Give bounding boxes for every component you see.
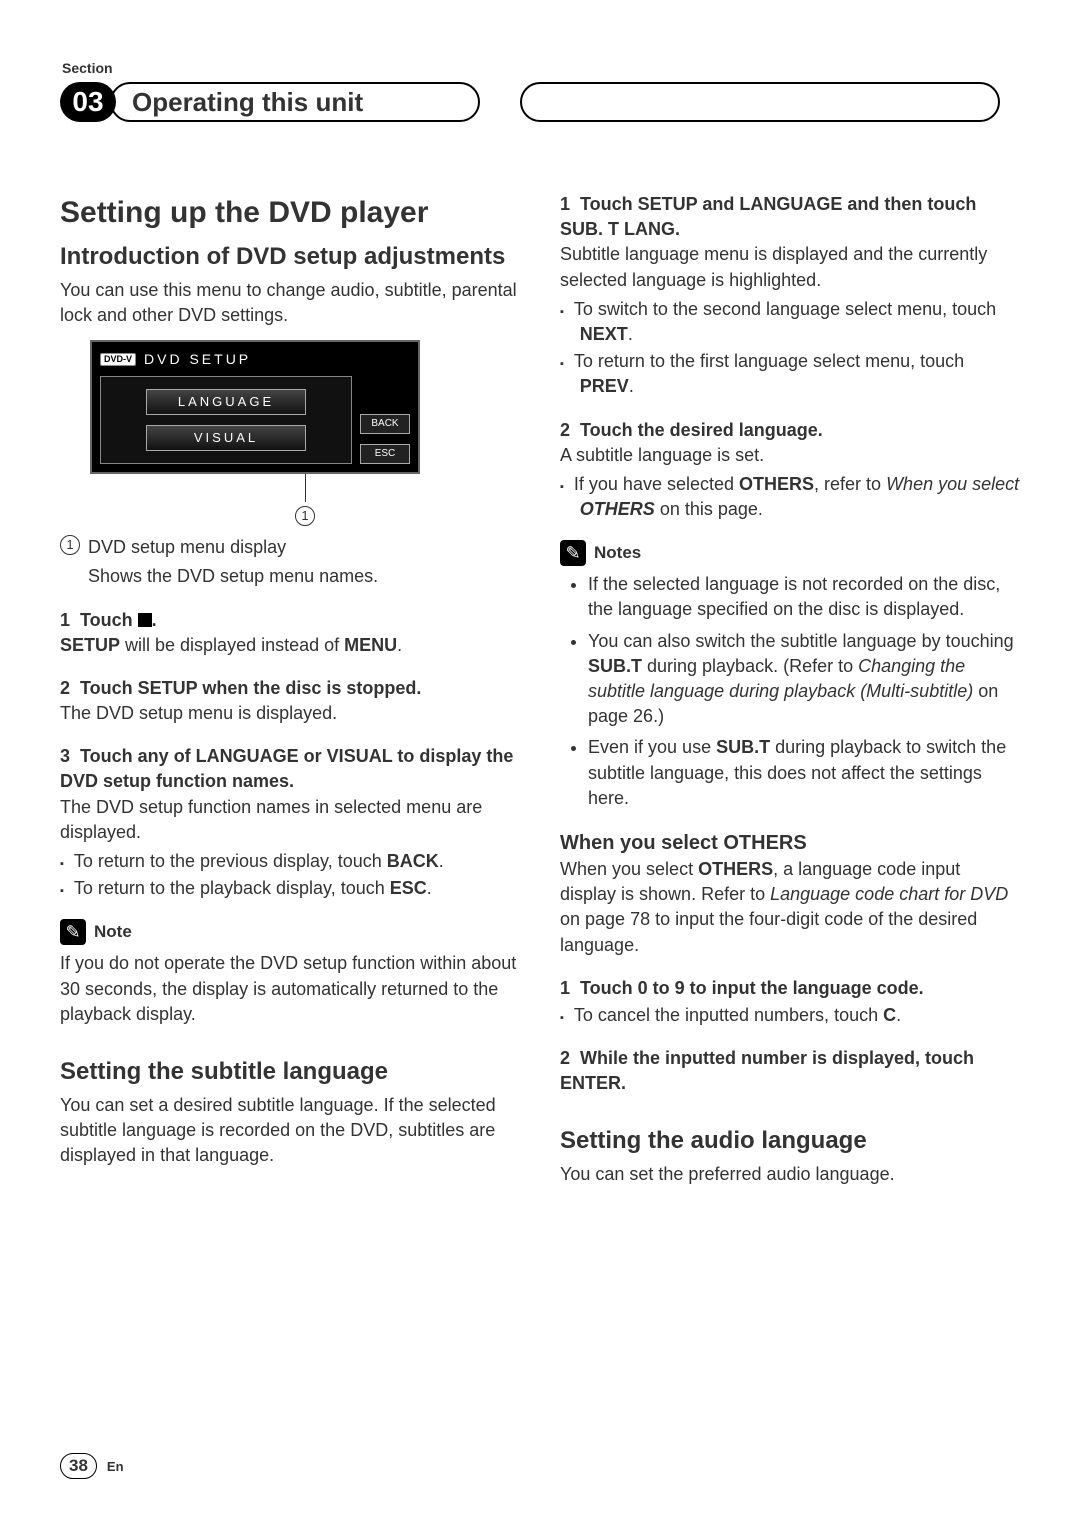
- subtitle-lang-body: You can set a desired subtitle language.…: [60, 1093, 520, 1169]
- screen-btn-back[interactable]: BACK: [360, 414, 410, 434]
- note-body: If you do not operate the DVD setup func…: [60, 951, 520, 1027]
- left-column: Setting up the DVD player Introduction o…: [60, 192, 520, 1191]
- def-num-1: 1: [60, 535, 80, 555]
- r1-bullet-next: To switch to the second language select …: [560, 297, 1020, 347]
- o1-num: 1: [560, 978, 570, 998]
- menu-bold: MENU: [344, 635, 397, 655]
- step-3-num: 3: [60, 746, 70, 766]
- setup-bold: SETUP: [60, 635, 120, 655]
- step-2: 2 Touch SETUP when the disc is stopped.: [60, 676, 520, 701]
- note-icon: ✎: [60, 919, 86, 945]
- def-text-1: DVD setup menu display: [88, 535, 286, 560]
- o2-num: 2: [560, 1048, 570, 1068]
- section-title: Operating this unit: [132, 87, 363, 118]
- step-1: 1 Touch .: [60, 608, 520, 633]
- notes-label: Notes: [594, 541, 641, 565]
- empty-pill: [520, 82, 1000, 122]
- heading-setup-dvd: Setting up the DVD player: [60, 192, 520, 234]
- step-3-body: The DVD setup function names in selected…: [60, 795, 520, 845]
- notes-item-2: You can also switch the subtitle languag…: [588, 629, 1020, 730]
- r2-body: A subtitle language is set.: [560, 443, 1020, 468]
- step3-bullet-esc: To return to the playback display, touch…: [60, 876, 520, 901]
- r2-bullet-others: If you have selected OTHERS, refer to Wh…: [560, 472, 1020, 522]
- o2-title: While the inputted number is displayed, …: [560, 1048, 974, 1093]
- section-number: 03: [60, 82, 116, 122]
- note-header: ✎ Note: [60, 919, 520, 945]
- stop-icon: [138, 613, 152, 627]
- r2-num: 2: [560, 420, 570, 440]
- step-1-body: SETUP will be displayed instead of MENU.: [60, 633, 520, 658]
- step-2-title: Touch SETUP when the disc is stopped.: [80, 678, 421, 698]
- step-3-title: Touch any of LANGUAGE or VISUAL to displ…: [60, 746, 513, 791]
- page-number: 38: [60, 1453, 97, 1479]
- r-step-1: 1Touch SETUP and LANGUAGE and then touch…: [560, 192, 1020, 242]
- step-3: 3Touch any of LANGUAGE or VISUAL to disp…: [60, 744, 520, 794]
- step-1-post: .: [152, 610, 157, 630]
- others-body: When you select OTHERS, a language code …: [560, 857, 1020, 958]
- heading-intro-adjustments: Introduction of DVD setup adjustments: [60, 240, 520, 274]
- step1-end: .: [397, 635, 402, 655]
- def-text-1-sub: Shows the DVD setup menu names.: [88, 564, 520, 589]
- step-1-pre: Touch: [80, 610, 138, 630]
- heading-audio-lang: Setting the audio language: [560, 1124, 1020, 1158]
- callout-number-1: 1: [295, 506, 315, 526]
- notes-header: ✎ Notes: [560, 540, 1020, 566]
- language-label: En: [107, 1459, 124, 1474]
- step-2-num: 2: [60, 678, 70, 698]
- screen-title: DVD SETUP: [144, 350, 251, 370]
- others-step-1: 1 Touch 0 to 9 to input the language code…: [560, 976, 1020, 1001]
- heading-when-others: When you select OTHERS: [560, 829, 1020, 857]
- section-label: Section: [62, 60, 1020, 76]
- r1-body: Subtitle language menu is displayed and …: [560, 242, 1020, 292]
- screen-btn-visual[interactable]: VISUAL: [146, 425, 306, 451]
- note-label: Note: [94, 920, 132, 944]
- notes-icon: ✎: [560, 540, 586, 566]
- header-bar: 03 Operating this unit: [60, 82, 1020, 122]
- heading-subtitle-lang: Setting the subtitle language: [60, 1055, 520, 1089]
- step1-mid: will be displayed instead of: [120, 635, 344, 655]
- dvd-setup-screen: DVD-V DVD SETUP LANGUAGE VISUAL BACK ESC: [90, 340, 420, 474]
- right-column: 1Touch SETUP and LANGUAGE and then touch…: [560, 192, 1020, 1191]
- r-step-2: 2 Touch the desired language.: [560, 418, 1020, 443]
- screen-btn-language[interactable]: LANGUAGE: [146, 389, 306, 415]
- dvd-setup-figure: DVD-V DVD SETUP LANGUAGE VISUAL BACK ESC…: [90, 340, 520, 527]
- others-step-2: 2While the inputted number is displayed,…: [560, 1046, 1020, 1096]
- dvd-logo-icon: DVD-V: [100, 353, 136, 366]
- o1-title: Touch 0 to 9 to input the language code.: [580, 978, 924, 998]
- screen-btn-esc[interactable]: ESC: [360, 444, 410, 464]
- notes-item-1: If the selected language is not recorded…: [588, 572, 1020, 622]
- page-footer: 38 En: [60, 1453, 124, 1479]
- step-1-num: 1: [60, 610, 70, 630]
- intro-paragraph: You can use this menu to change audio, s…: [60, 278, 520, 328]
- r1-title: Touch SETUP and LANGUAGE and then touch …: [560, 194, 976, 239]
- r1-bullet-prev: To return to the first language select m…: [560, 349, 1020, 399]
- audio-lang-body: You can set the preferred audio language…: [560, 1162, 1020, 1187]
- o1-bullet-cancel: To cancel the inputted numbers, touch C.: [560, 1003, 1020, 1028]
- r2-title: Touch the desired language.: [580, 420, 823, 440]
- step3-bullet-back: To return to the previous display, touch…: [60, 849, 520, 874]
- notes-item-3: Even if you use SUB.T during playback to…: [588, 735, 1020, 811]
- step-2-body: The DVD setup menu is displayed.: [60, 701, 520, 726]
- section-title-pill: Operating this unit: [110, 82, 480, 122]
- r1-num: 1: [560, 194, 570, 214]
